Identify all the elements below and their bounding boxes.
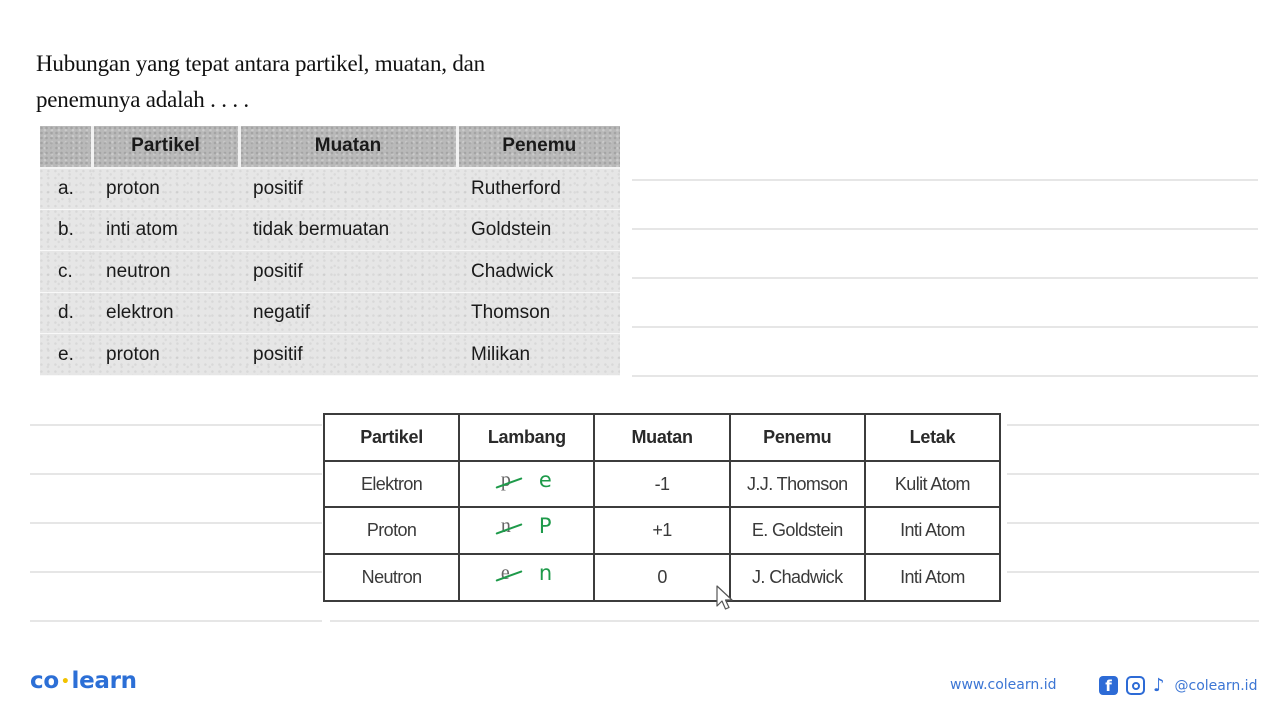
question-text: Hubungan yang tepat antara partikel, mua… xyxy=(36,46,626,118)
answer-row-proton: Proton n P +1 E. Goldstein Inti Atom xyxy=(322,506,1002,556)
answer-muatan: +1 xyxy=(593,506,731,556)
guide-line xyxy=(30,620,322,622)
lambang-new: e xyxy=(538,467,552,492)
lambang-new: P xyxy=(538,514,552,539)
question-line-1: Hubungan yang tepat antara partikel, mua… xyxy=(36,51,485,76)
guide-line xyxy=(632,277,1258,279)
question-line-2: penemunya adalah . . . . xyxy=(36,87,249,112)
option-muatan: positif xyxy=(239,167,457,210)
answer-penemu: J.J. Thomson xyxy=(728,459,866,509)
answer-lambang: p e xyxy=(458,459,596,509)
options-header-row: Partikel Muatan Penemu xyxy=(40,126,620,169)
option-partikel: proton xyxy=(92,167,239,210)
guide-line xyxy=(330,620,1259,622)
answer-letak: Kulit Atom xyxy=(863,459,1002,509)
option-penemu: Rutherford xyxy=(457,167,620,210)
options-table: Partikel Muatan Penemu a. proton positif… xyxy=(40,126,620,377)
guide-line xyxy=(30,424,322,426)
answer-row-elektron: Elektron p e -1 J.J. Thomson Kulit Atom xyxy=(322,459,1002,509)
option-muatan: positif xyxy=(239,333,457,377)
option-muatan: negatif xyxy=(239,292,457,335)
answer-letak: Inti Atom xyxy=(863,506,1002,556)
lambang-old: p xyxy=(500,468,511,491)
lambang-new: n xyxy=(538,560,552,585)
brand-dot: • xyxy=(60,673,70,690)
options-header-partikel: Partikel xyxy=(92,126,241,169)
answer-muatan: 0 xyxy=(593,553,731,602)
guide-line xyxy=(1007,473,1259,475)
option-partikel: neutron xyxy=(92,250,239,293)
option-muatan: positif xyxy=(239,250,457,293)
options-header-muatan: Muatan xyxy=(239,126,459,169)
option-partikel: elektron xyxy=(92,292,239,335)
option-row-e[interactable]: e. proton positif Milikan xyxy=(40,333,620,377)
option-penemu: Goldstein xyxy=(457,209,620,252)
option-label: a. xyxy=(40,167,92,210)
answer-header-letak: Letak xyxy=(863,413,1002,462)
guide-line xyxy=(632,326,1258,328)
guide-line xyxy=(632,179,1258,181)
lambang-annotation: p e xyxy=(487,468,567,496)
lambang-old: e xyxy=(500,561,510,584)
option-partikel: inti atom xyxy=(92,209,239,252)
options-header-label xyxy=(40,126,94,169)
option-label: b. xyxy=(40,209,92,252)
option-row-d[interactable]: d. elektron negatif Thomson xyxy=(40,292,620,335)
brand-co: co xyxy=(30,668,59,694)
guide-line xyxy=(632,228,1258,230)
guide-line xyxy=(632,375,1258,377)
answer-penemu: E. Goldstein xyxy=(728,506,866,556)
option-label: d. xyxy=(40,292,92,335)
answer-partikel: Neutron xyxy=(322,553,461,602)
instagram-icon[interactable] xyxy=(1126,676,1145,695)
option-penemu: Milikan xyxy=(457,333,620,377)
social-handle[interactable]: @colearn.id xyxy=(1175,678,1258,694)
option-label: c. xyxy=(40,250,92,293)
answer-muatan: -1 xyxy=(593,459,731,509)
lambang-annotation: e n xyxy=(487,561,567,589)
option-penemu: Thomson xyxy=(457,292,620,335)
answer-penemu: J. Chadwick xyxy=(728,553,866,602)
guide-line xyxy=(1007,571,1259,573)
guide-line xyxy=(30,522,322,524)
answer-header-muatan: Muatan xyxy=(593,413,731,462)
option-row-a[interactable]: a. proton positif Rutherford xyxy=(40,167,620,210)
answer-partikel: Elektron xyxy=(322,459,461,509)
answer-lambang: n P xyxy=(458,506,596,556)
website-link[interactable]: www.colearn.id xyxy=(950,677,1056,693)
answer-table: Partikel Lambang Muatan Penemu Letak Ele… xyxy=(322,413,1002,602)
facebook-icon[interactable]: f xyxy=(1099,676,1118,695)
brand-learn: learn xyxy=(71,668,138,694)
lambang-annotation: n P xyxy=(487,514,567,542)
guide-line xyxy=(1007,522,1259,524)
option-muatan: tidak bermuatan xyxy=(239,209,457,252)
answer-header-lambang: Lambang xyxy=(458,413,596,462)
answer-header-row: Partikel Lambang Muatan Penemu Letak xyxy=(322,413,1002,462)
tiktok-icon[interactable]: ♪ xyxy=(1153,675,1165,696)
answer-header-penemu: Penemu xyxy=(728,413,866,462)
answer-row-neutron: Neutron e n 0 J. Chadwick Inti Atom xyxy=(322,553,1002,602)
answer-lambang: e n xyxy=(458,553,596,602)
options-header-penemu: Penemu xyxy=(457,126,620,169)
colearn-logo[interactable]: co •learn xyxy=(30,668,137,694)
option-row-c[interactable]: c. neutron positif Chadwick xyxy=(40,250,620,293)
social-links: f ♪ @colearn.id xyxy=(1099,675,1257,696)
guide-line xyxy=(30,473,322,475)
guide-line xyxy=(30,571,322,573)
mouse-cursor-icon xyxy=(716,585,733,610)
option-partikel: proton xyxy=(92,333,239,377)
answer-partikel: Proton xyxy=(322,506,461,556)
option-label: e. xyxy=(40,333,92,377)
answer-letak: Inti Atom xyxy=(863,553,1002,602)
guide-line xyxy=(1007,424,1259,426)
option-row-b[interactable]: b. inti atom tidak bermuatan Goldstein xyxy=(40,209,620,252)
answer-header-partikel: Partikel xyxy=(322,413,461,462)
option-penemu: Chadwick xyxy=(457,250,620,293)
